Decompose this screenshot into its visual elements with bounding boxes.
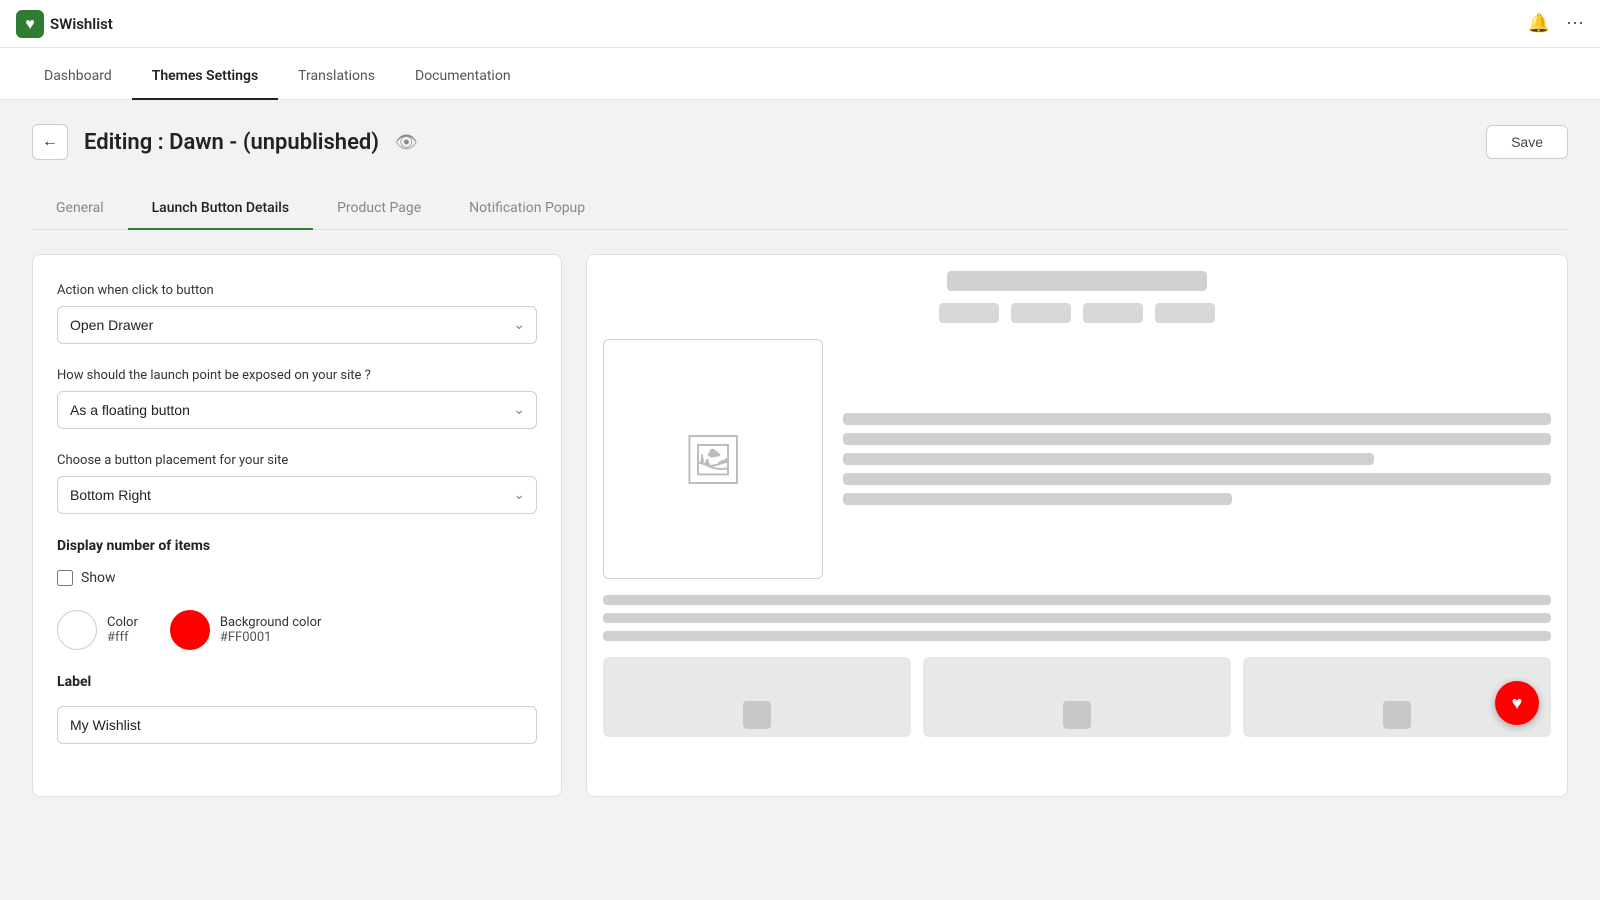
topbar: ♥ SWishlist 🔔 ⋯ [0,0,1600,48]
preview-nav-item-3 [1083,303,1143,323]
sub-tab-general[interactable]: General [32,188,128,230]
preview-line-4 [843,473,1551,485]
preview-card-placeholder-2 [1063,701,1091,729]
preview-container: 🖼 [603,271,1551,737]
exposure-select-wrapper: As a floating button As a fixed button I… [57,391,537,429]
preview-full-line-2 [603,613,1551,623]
exposure-field-group: How should the launch point be exposed o… [57,368,537,429]
preview-nav-item-4 [1155,303,1215,323]
sub-tab-notification-popup[interactable]: Notification Popup [445,188,609,230]
preview-header-bar [603,271,1551,291]
preview-line-2 [843,433,1551,445]
save-button[interactable]: Save [1486,125,1568,159]
preview-camera-icon: 🖼 [683,431,744,488]
preview-card-1 [603,657,911,737]
placement-label: Choose a button placement for your site [57,453,537,468]
placement-select-wrapper: Bottom Right Bottom Left Top Right Top L… [57,476,537,514]
preview-full-line-1 [603,595,1551,605]
bg-color-hex: #FF0001 [220,630,322,645]
logo-icon: ♥ [16,10,44,38]
preview-line-3 [843,453,1374,465]
bell-icon[interactable]: 🔔 [1528,13,1550,34]
color-info: Color #fff [107,615,138,645]
page-content: ← Editing : Dawn - (unpublished) 👁 Save … [0,100,1600,900]
placement-select[interactable]: Bottom Right Bottom Left Top Right Top L… [57,476,537,514]
main-layout: Action when click to button Open Drawer … [32,254,1568,797]
exposure-label: How should the launch point be exposed o… [57,368,537,383]
preview-line-1 [843,413,1551,425]
action-label: Action when click to button [57,283,537,298]
app-name: SWishlist [50,15,113,33]
tab-dashboard[interactable]: Dashboard [24,54,132,100]
eye-icon[interactable]: 👁 [395,132,418,153]
action-select[interactable]: Open Drawer Open Page Open Modal [57,306,537,344]
preview-product-area: 🖼 [603,339,1551,579]
color-hex: #fff [107,630,138,645]
preview-cards [603,657,1551,737]
back-button[interactable]: ← [32,124,68,160]
preview-image-box: 🖼 [603,339,823,579]
display-items-group: Display number of items Show [57,538,537,586]
show-checkbox-row: Show [57,570,537,586]
preview-nav [603,303,1551,323]
label-title: Label [57,674,537,690]
preview-panel: 🖼 [586,254,1568,797]
editing-header: ← Editing : Dawn - (unpublished) 👁 Save [32,124,1568,160]
show-checkbox[interactable] [57,570,73,586]
tab-documentation[interactable]: Documentation [395,54,531,100]
placement-field-group: Choose a button placement for your site … [57,453,537,514]
preview-card-placeholder-3 [1383,701,1411,729]
preview-full-line-3 [603,631,1551,641]
action-select-wrapper: Open Drawer Open Page Open Modal ⌄ [57,306,537,344]
preview-nav-item-2 [1011,303,1071,323]
sub-tab-product-page[interactable]: Product Page [313,188,445,230]
preview-card-2 [923,657,1231,737]
more-icon[interactable]: ⋯ [1566,13,1584,34]
label-input[interactable] [57,706,537,744]
sub-tab-launch-button[interactable]: Launch Button Details [128,188,313,230]
exposure-select[interactable]: As a floating button As a fixed button I… [57,391,537,429]
preview-line-5 [843,493,1232,505]
action-field-group: Action when click to button Open Drawer … [57,283,537,344]
bg-color-item: Background color #FF0001 [170,610,322,650]
preview-lines-section [603,595,1551,641]
floating-wishlist-button[interactable]: ♥ [1495,681,1539,725]
show-label: Show [81,570,116,586]
tab-themes-settings[interactable]: Themes Settings [132,54,278,100]
page-title: Editing : Dawn - (unpublished) [84,130,379,155]
bg-color-info: Background color #FF0001 [220,615,322,645]
tab-translations[interactable]: Translations [278,54,395,100]
preview-header-block [947,271,1207,291]
bg-color-swatch[interactable] [170,610,210,650]
color-name: Color [107,615,138,630]
bg-color-name: Background color [220,615,322,630]
color-swatch[interactable] [57,610,97,650]
color-row: Color #fff Background color #FF0001 [57,610,537,650]
app-logo[interactable]: ♥ SWishlist [16,10,113,38]
nav-tabs: Dashboard Themes Settings Translations D… [0,48,1600,100]
preview-nav-item-1 [939,303,999,323]
topbar-actions: 🔔 ⋯ [1528,13,1584,34]
sub-tabs: General Launch Button Details Product Pa… [32,188,1568,230]
label-field-group: Label [57,674,537,744]
preview-details [843,339,1551,579]
display-items-title: Display number of items [57,538,537,554]
settings-panel: Action when click to button Open Drawer … [32,254,562,797]
color-item: Color #fff [57,610,138,650]
preview-card-placeholder-1 [743,701,771,729]
